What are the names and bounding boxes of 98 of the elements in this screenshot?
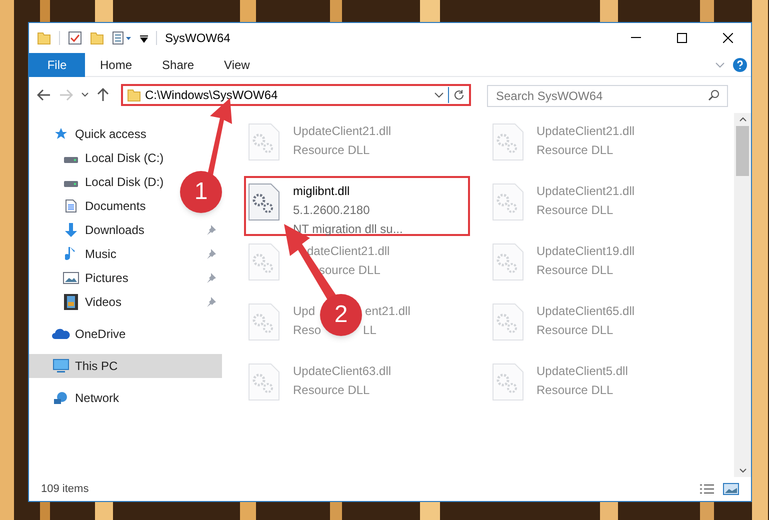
file-tab[interactable]: File — [29, 52, 85, 76]
pin-icon[interactable] — [206, 225, 216, 235]
item-count: 109 items — [41, 482, 89, 497]
sidebar-item[interactable]: Network — [29, 386, 222, 410]
sidebar-item[interactable]: Pictures — [29, 266, 128, 290]
gear-file-icon — [490, 182, 524, 222]
star-icon — [54, 127, 68, 141]
scroll-down-icon[interactable] — [738, 468, 746, 473]
file-name-fragment: ent21.dll — [365, 303, 410, 320]
sidebar-label: Videos — [85, 294, 122, 311]
sidebar-label: Quick access — [75, 126, 146, 143]
sidebar-label: Music — [85, 246, 116, 263]
cloud-icon — [52, 328, 70, 340]
sidebar-item[interactable]: Music — [29, 242, 116, 266]
customize-arrow-icon[interactable] — [140, 33, 148, 43]
file-detail: 5.1.2600.2180 — [293, 202, 371, 219]
search-field[interactable]: Search SysWOW64 — [487, 85, 728, 107]
gear-file-icon — [247, 302, 281, 342]
monitor-icon — [53, 359, 69, 373]
scrollbar[interactable] — [734, 113, 751, 477]
maximize-icon — [677, 33, 687, 43]
window-title: SysWOW64 — [165, 30, 230, 47]
file-name: UpdateClient65.dll — [536, 303, 635, 320]
file-name: UpdateClient21.dll — [293, 123, 392, 140]
folder-icon — [37, 31, 51, 45]
film-icon — [64, 294, 78, 310]
file-detail: Resource DLL — [293, 382, 370, 399]
file-name: UpdateClient19.dll — [536, 243, 635, 260]
address-path: C:\Windows\SysWOW64 — [145, 87, 279, 104]
gear-file-icon — [247, 182, 281, 222]
gear-file-icon — [490, 122, 524, 162]
file-name: UpdateClient5.dll — [536, 363, 628, 380]
sidebar-label: Pictures — [85, 270, 128, 287]
ribbon-tab[interactable]: Home — [85, 52, 148, 76]
file-name: UpdateClient63.dll — [293, 363, 392, 380]
file-detail-fragment: LL — [363, 322, 376, 339]
file-detail: Resource DLL — [536, 202, 614, 219]
file-detail: source DLL — [319, 262, 380, 279]
details-view-icon[interactable] — [699, 483, 715, 495]
properties-icon[interactable] — [112, 31, 132, 45]
file-detail: Resource DLL — [536, 382, 614, 399]
network-icon — [53, 391, 69, 405]
file-name: miglibnt.dll — [293, 183, 351, 200]
sidebar-label: Downloads — [85, 222, 144, 239]
sidebar-item[interactable]: Local Disk (D:) — [29, 170, 164, 194]
scroll-up-icon[interactable] — [738, 117, 746, 122]
gear-file-icon — [490, 302, 524, 342]
sidebar-item[interactable]: OneDrive — [29, 322, 222, 346]
pictures-icon — [63, 272, 79, 284]
file-name: dateClient21.dll — [307, 243, 390, 260]
pin-icon[interactable] — [206, 273, 216, 283]
sidebar-label: Network — [75, 390, 120, 407]
up-arrow-icon[interactable] — [97, 88, 109, 102]
help-icon[interactable] — [733, 58, 747, 72]
gear-file-icon — [247, 122, 281, 162]
file-name: UpdateClient21.dll — [536, 183, 635, 200]
file-name-fragment: Upd — [293, 303, 316, 320]
sidebar-item[interactable]: Downloads — [29, 218, 144, 242]
file-detail: Resource DLL — [536, 262, 614, 279]
checklist-icon[interactable] — [68, 31, 82, 45]
gear-file-icon — [247, 242, 281, 282]
sidebar-item[interactable]: This PC — [29, 354, 222, 378]
back-arrow-icon[interactable] — [37, 89, 51, 101]
address-bar[interactable]: C:\Windows\SysWOW64 — [121, 84, 471, 106]
chevron-down-icon[interactable] — [434, 92, 444, 98]
sidebar-label: OneDrive — [75, 326, 126, 343]
close-icon — [723, 33, 733, 43]
gear-file-icon — [490, 362, 524, 402]
folder-icon — [127, 88, 141, 102]
sidebar-label: This PC — [75, 358, 118, 375]
ribbon-tab[interactable]: View — [209, 52, 265, 76]
sidebar-item[interactable]: Documents — [29, 194, 146, 218]
search-icon — [708, 89, 720, 101]
pin-icon[interactable] — [206, 297, 216, 307]
file-name: UpdateClient21.dll — [536, 123, 635, 140]
sidebar-item[interactable]: Quick access — [29, 122, 222, 146]
ribbon-tab[interactable]: Share — [147, 52, 210, 76]
minimize-icon — [631, 37, 641, 39]
file-detail-fragment: Reso — [293, 322, 322, 339]
sidebar-label: Local Disk (D:) — [85, 174, 164, 191]
refresh-icon[interactable] — [453, 89, 465, 101]
file-detail: Resource DLL — [293, 142, 370, 159]
sidebar-label: Documents — [85, 198, 146, 215]
sidebar-label: Local Disk (C:) — [85, 150, 164, 167]
sidebar-item[interactable]: Videos — [29, 290, 122, 314]
document-icon — [65, 199, 77, 213]
gear-file-icon — [490, 242, 524, 282]
large-icons-view-icon[interactable] — [723, 483, 739, 495]
sidebar-item[interactable]: Local Disk (C:) — [29, 146, 164, 170]
chevron-down-icon[interactable] — [81, 92, 89, 98]
music-note-icon — [65, 246, 77, 262]
download-icon — [64, 222, 78, 238]
file-detail: Resource DLL — [536, 322, 614, 339]
gear-file-icon — [247, 362, 281, 402]
new-folder-icon — [90, 31, 104, 45]
scroll-thumb[interactable] — [736, 126, 749, 176]
file-detail: Resource DLL — [536, 142, 614, 159]
pin-icon[interactable] — [206, 249, 216, 259]
